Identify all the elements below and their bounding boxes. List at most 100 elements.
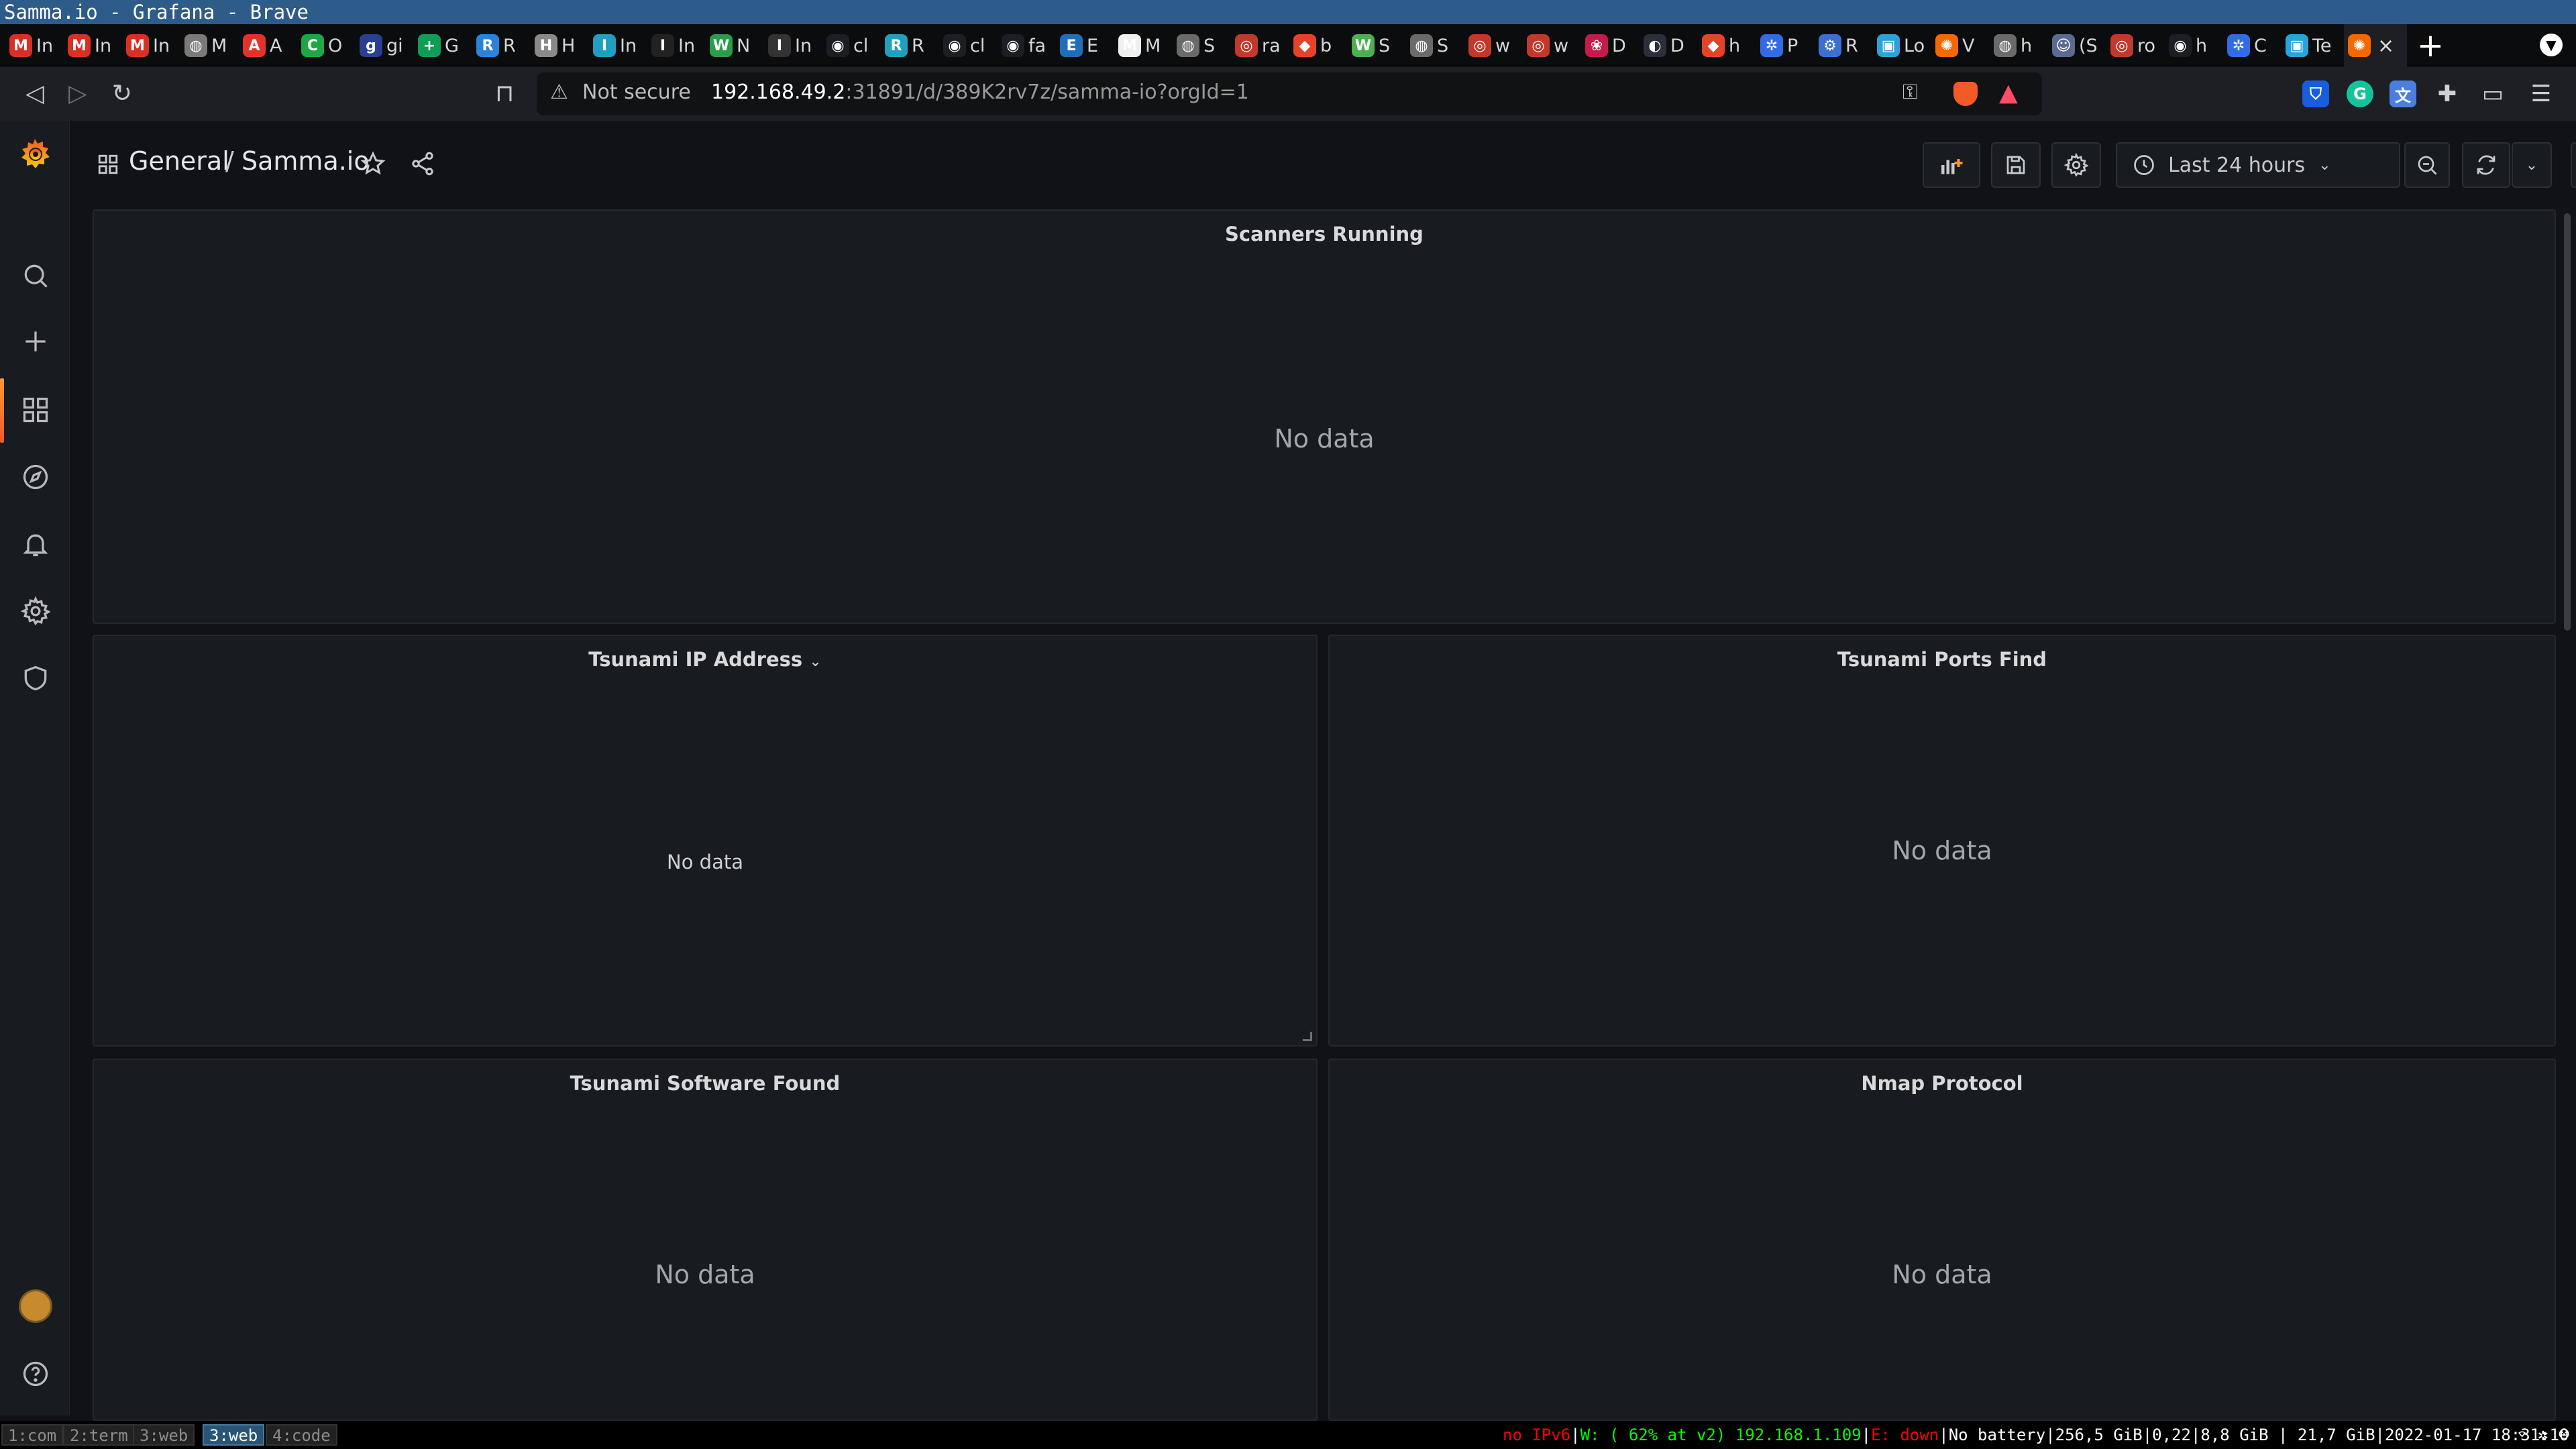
- forward-icon[interactable]: ▷: [63, 79, 93, 109]
- browser-tab[interactable]: ◎ ra: [1235, 24, 1293, 67]
- browser-tab[interactable]: ◆ h: [1702, 24, 1760, 67]
- share-icon[interactable]: [409, 150, 436, 177]
- wifi-tray-icon[interactable]: ⌔: [2517, 1425, 2528, 1445]
- browser-tab[interactable]: M In: [68, 24, 126, 67]
- panel-title[interactable]: Tsunami Software Found: [94, 1072, 1316, 1095]
- bitwarden-icon[interactable]: ⛉: [2302, 80, 2329, 107]
- browser-tab[interactable]: ◉ cl: [826, 24, 885, 67]
- browser-tab[interactable]: I In: [651, 24, 710, 67]
- browser-tab[interactable]: CO: [301, 24, 360, 67]
- search-icon[interactable]: [20, 260, 51, 291]
- wallet-icon[interactable]: ▭: [2479, 80, 2506, 107]
- workspace-button-focused[interactable]: 3:web: [203, 1424, 265, 1446]
- browser-tab[interactable]: I In: [593, 24, 651, 67]
- browser-tab[interactable]: EE: [1060, 24, 1118, 67]
- plus-icon[interactable]: [20, 326, 51, 357]
- panel-title[interactable]: Nmap Protocol: [1330, 1072, 2555, 1095]
- settings-gear-icon[interactable]: [20, 596, 51, 627]
- add-panel-button[interactable]: [1923, 142, 1980, 188]
- browser-menu-icon[interactable]: ☰: [2528, 80, 2555, 107]
- address-bar[interactable]: ⚠ Not secure 192.168.49.2:31891/d/389K2r…: [537, 72, 2042, 115]
- panel-title[interactable]: Scanners Running: [94, 223, 2555, 246]
- panel-tsunami-software-found[interactable]: Tsunami Software Found No data: [93, 1059, 1318, 1421]
- network-tray-icon[interactable]: ✲: [2538, 1425, 2548, 1445]
- browser-tab[interactable]: ▣ Te: [2286, 24, 2344, 67]
- extensions-icon[interactable]: ✚: [2434, 80, 2461, 107]
- browser-tab[interactable]: + G: [418, 24, 476, 67]
- page-scrollbar[interactable]: [2564, 213, 2571, 631]
- panel-title[interactable]: Tsunami IP Address ⌄: [94, 648, 1316, 671]
- bookmark-icon[interactable]: ⊓: [490, 79, 519, 109]
- bot-tray-icon[interactable]: ☺: [2559, 1425, 2569, 1445]
- brave-shields-icon[interactable]: [1953, 82, 1978, 106]
- tv-mode-button[interactable]: [2571, 142, 2576, 188]
- grammarly-icon[interactable]: G: [2347, 80, 2373, 107]
- browser-tab[interactable]: WN: [710, 24, 768, 67]
- browser-tab[interactable]: ◐ D: [1644, 24, 1702, 67]
- explore-compass-icon[interactable]: [20, 462, 51, 492]
- server-admin-shield-icon[interactable]: [20, 663, 51, 694]
- browser-tab[interactable]: MM: [1118, 24, 1177, 67]
- translate-icon[interactable]: 文: [2390, 80, 2416, 107]
- browser-tab[interactable]: ◉ cl: [943, 24, 1002, 67]
- chevron-down-icon[interactable]: ⌄: [809, 653, 821, 670]
- browser-tab[interactable]: ◉ h: [2169, 24, 2227, 67]
- star-icon[interactable]: [360, 150, 386, 177]
- close-tab-icon[interactable]: ×: [2377, 34, 2394, 58]
- back-icon[interactable]: ◁: [20, 79, 50, 109]
- user-avatar[interactable]: [19, 1289, 52, 1323]
- browser-tab[interactable]: ◆ b: [1293, 24, 1352, 67]
- reload-icon[interactable]: ↻: [107, 79, 137, 109]
- tab-list-menu-button[interactable]: ▼: [2540, 34, 2563, 56]
- panel-resize-handle[interactable]: [1303, 1032, 1312, 1041]
- dashboard-title[interactable]: Samma.io: [241, 146, 370, 176]
- browser-tab[interactable]: ◍ h: [1994, 24, 2052, 67]
- browser-tab[interactable]: ◎ ro: [2110, 24, 2169, 67]
- browser-tab[interactable]: WS: [1352, 24, 1410, 67]
- workspace-button[interactable]: 1:com: [1, 1424, 64, 1446]
- browser-tab[interactable]: RR: [476, 24, 535, 67]
- browser-tab[interactable]: M In: [9, 24, 68, 67]
- brave-rewards-icon[interactable]: ▲: [1999, 79, 2018, 107]
- dashboards-icon[interactable]: [20, 394, 51, 425]
- browser-tab[interactable]: I In: [768, 24, 826, 67]
- dashboard-settings-button[interactable]: [2051, 142, 2101, 188]
- browser-tab[interactable]: ◎ w: [1468, 24, 1527, 67]
- browser-tab[interactable]: ◍ S: [1177, 24, 1235, 67]
- browser-tab[interactable]: M In: [126, 24, 184, 67]
- browser-tab[interactable]: ▣ Lo: [1877, 24, 1935, 67]
- browser-tab[interactable]: g gi: [360, 24, 418, 67]
- help-icon[interactable]: [20, 1358, 51, 1389]
- url-text[interactable]: 192.168.49.2:31891/d/389K2rv7z/samma-io?…: [711, 80, 1249, 104]
- browser-tab[interactable]: ☺ (S: [2052, 24, 2110, 67]
- browser-tab[interactable]: RR: [885, 24, 943, 67]
- browser-tab[interactable]: AA: [243, 24, 301, 67]
- workspace-button[interactable]: 3:web: [133, 1424, 195, 1446]
- workspace-button[interactable]: 2:term: [63, 1424, 135, 1446]
- save-dashboard-button[interactable]: [1991, 142, 2041, 188]
- zoom-out-button[interactable]: [2404, 142, 2450, 188]
- browser-tab[interactable]: ✺ V: [1935, 24, 1994, 67]
- browser-tab[interactable]: ◎ w: [1527, 24, 1585, 67]
- new-tab-button[interactable]: +: [2407, 24, 2454, 67]
- grafana-logo-icon[interactable]: [17, 137, 52, 172]
- browser-tab[interactable]: ⚙ R: [1819, 24, 1877, 67]
- browser-tab[interactable]: ✲ P: [1760, 24, 1819, 67]
- browser-tab[interactable]: HH: [535, 24, 593, 67]
- panel-tsunami-ip-address[interactable]: Tsunami IP Address ⌄ No data: [93, 635, 1318, 1046]
- panel-tsunami-ports-find[interactable]: Tsunami Ports Find No data: [1328, 635, 2556, 1046]
- browser-tab[interactable]: ◉ fa: [1002, 24, 1060, 67]
- browser-tab[interactable]: ✲ C: [2227, 24, 2286, 67]
- key-icon[interactable]: ⚿: [1902, 80, 1918, 104]
- browser-tab[interactable]: ◍ M: [184, 24, 243, 67]
- panel-nmap-protocol[interactable]: Nmap Protocol No data: [1328, 1059, 2556, 1421]
- browser-tab[interactable]: ◍ S: [1410, 24, 1468, 67]
- browser-tab[interactable]: ❀ D: [1585, 24, 1644, 67]
- alerting-bell-icon[interactable]: [20, 529, 51, 559]
- time-range-picker[interactable]: Last 24 hours ⌄: [2116, 142, 2400, 188]
- refresh-interval-dropdown[interactable]: ⌄: [2512, 142, 2552, 188]
- breadcrumb-folder[interactable]: General: [129, 146, 229, 176]
- system-tray[interactable]: ⌔ ✲ ☺: [2517, 1425, 2569, 1445]
- panel-title[interactable]: Tsunami Ports Find: [1330, 648, 2555, 671]
- panel-scanners-running[interactable]: Scanners Running No data: [93, 209, 2556, 624]
